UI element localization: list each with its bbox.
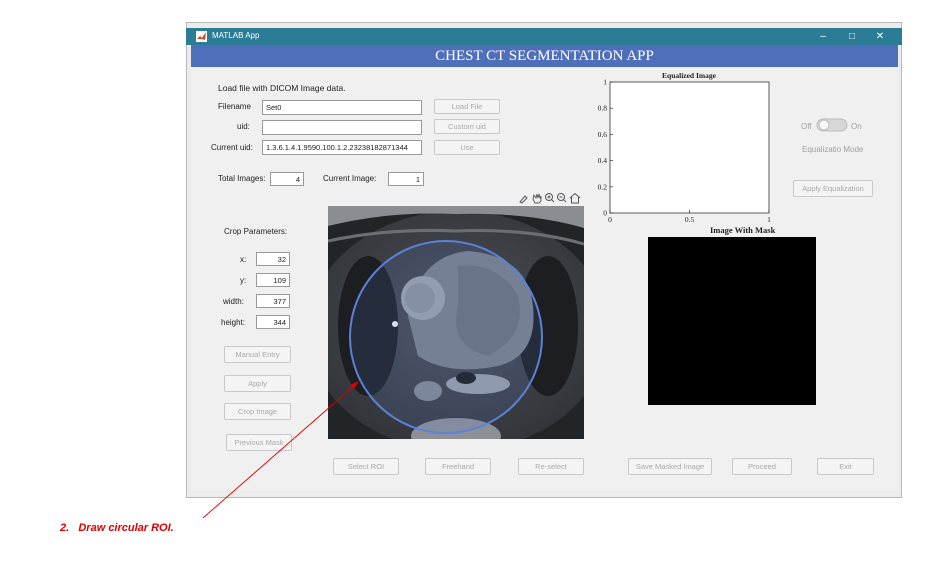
current-image-label: Current Image: bbox=[323, 174, 377, 183]
select-roi-button[interactable]: Select ROI bbox=[333, 458, 399, 475]
y-tick-label: 0 bbox=[603, 209, 607, 218]
annotation-number: 2. bbox=[60, 522, 70, 534]
close-icon[interactable]: ✕ bbox=[866, 29, 894, 44]
minimize-icon[interactable]: – bbox=[809, 29, 837, 44]
x-tick-label: 1 bbox=[767, 215, 771, 224]
exit-button[interactable]: Exit bbox=[817, 458, 874, 475]
custom-uid-button[interactable]: Custom uid bbox=[434, 119, 500, 134]
ct-image-axes[interactable] bbox=[328, 206, 584, 439]
window-title: MATLAB App bbox=[212, 31, 260, 40]
total-images-label: Total Images: bbox=[218, 174, 266, 183]
equalization-mode-label: Equalizatio Mode bbox=[802, 145, 864, 154]
crop-heading: Crop Parameters: bbox=[224, 227, 288, 236]
uid-label: uid: bbox=[237, 122, 250, 131]
proceed-button[interactable]: Proceed bbox=[732, 458, 792, 475]
load-heading: Load file with DICOM Image data. bbox=[218, 83, 346, 93]
crop-y-field[interactable]: 109 bbox=[256, 273, 290, 287]
image-with-mask-title: Image With Mask bbox=[710, 225, 776, 235]
manual-entry-button[interactable]: Manual Entry bbox=[224, 346, 291, 363]
apply-equalization-button[interactable]: Apply Equalization bbox=[793, 180, 873, 197]
filename-field[interactable]: Set0 bbox=[262, 100, 422, 115]
current-image-field[interactable]: 1 bbox=[388, 172, 424, 186]
uid-field[interactable] bbox=[262, 120, 422, 135]
crop-height-label: height: bbox=[221, 318, 246, 327]
zoom-in-icon[interactable] bbox=[545, 193, 555, 203]
y-tick-label: 0.6 bbox=[598, 130, 608, 139]
equalized-image-plot bbox=[609, 81, 770, 214]
pan-hand-icon[interactable] bbox=[532, 193, 542, 204]
crop-image-button[interactable]: Crop Image bbox=[224, 403, 291, 420]
home-icon[interactable] bbox=[569, 192, 581, 204]
zoom-out-icon[interactable] bbox=[557, 193, 567, 203]
crop-x-field[interactable]: 32 bbox=[256, 252, 290, 266]
current-uid-label: Current uid: bbox=[211, 143, 253, 152]
crop-y-label: y: bbox=[240, 276, 247, 285]
save-masked-image-button[interactable]: Save Masked Image bbox=[628, 458, 712, 475]
toggle-on-label: On bbox=[851, 122, 862, 131]
x-tick-label: 0.5 bbox=[685, 215, 695, 224]
x-tick-label: 0 bbox=[608, 215, 612, 224]
circular-roi[interactable] bbox=[349, 240, 543, 434]
crop-x-label: x: bbox=[240, 255, 247, 264]
use-button[interactable]: Use bbox=[434, 140, 500, 155]
crop-width-field[interactable]: 377 bbox=[256, 294, 290, 308]
title-bar[interactable]: MATLAB App – □ ✕ bbox=[186, 28, 902, 45]
app-title: CHEST CT SEGMENTATION APP bbox=[191, 45, 898, 67]
annotation-text: Draw circular ROI. bbox=[78, 522, 174, 534]
y-tick-label: 0.8 bbox=[598, 104, 608, 113]
filename-label: Filename bbox=[218, 102, 251, 111]
total-images-field[interactable]: 4 bbox=[270, 172, 304, 186]
crop-height-field[interactable]: 344 bbox=[256, 315, 290, 329]
freehand-button[interactable]: Freehand bbox=[425, 458, 491, 475]
brush-icon[interactable] bbox=[519, 195, 528, 204]
matlab-logo-icon bbox=[196, 31, 207, 42]
y-tick-label: 0.2 bbox=[598, 182, 608, 191]
y-tick-label: 0.4 bbox=[598, 156, 608, 165]
equalized-image-title: Equalized Image bbox=[662, 71, 717, 80]
y-tick-label: 1 bbox=[603, 78, 607, 87]
apply-crop-button[interactable]: Apply bbox=[224, 375, 291, 392]
toggle-off-label: Off bbox=[801, 122, 812, 131]
equalized-image-axes[interactable]: Equalized Image 0 0.2 0.4 0.6 0.8 1 0 0.5 1 bbox=[590, 68, 782, 224]
maximize-icon[interactable]: □ bbox=[838, 29, 866, 44]
reselect-button[interactable]: Re-select bbox=[518, 458, 584, 475]
instruction-annotation: 2. Draw circular ROI. bbox=[60, 522, 174, 534]
previous-mask-button[interactable]: Previous Mask bbox=[226, 434, 292, 451]
equalization-toggle[interactable] bbox=[816, 118, 848, 132]
crop-width-label: width: bbox=[223, 297, 244, 306]
current-uid-field[interactable]: 1.3.6.1.4.1.9590.100.1.2.23238182871344 bbox=[262, 140, 422, 155]
axes-toolbar bbox=[519, 192, 581, 204]
masked-image[interactable] bbox=[648, 237, 816, 405]
load-file-button[interactable]: Load File bbox=[434, 99, 500, 114]
